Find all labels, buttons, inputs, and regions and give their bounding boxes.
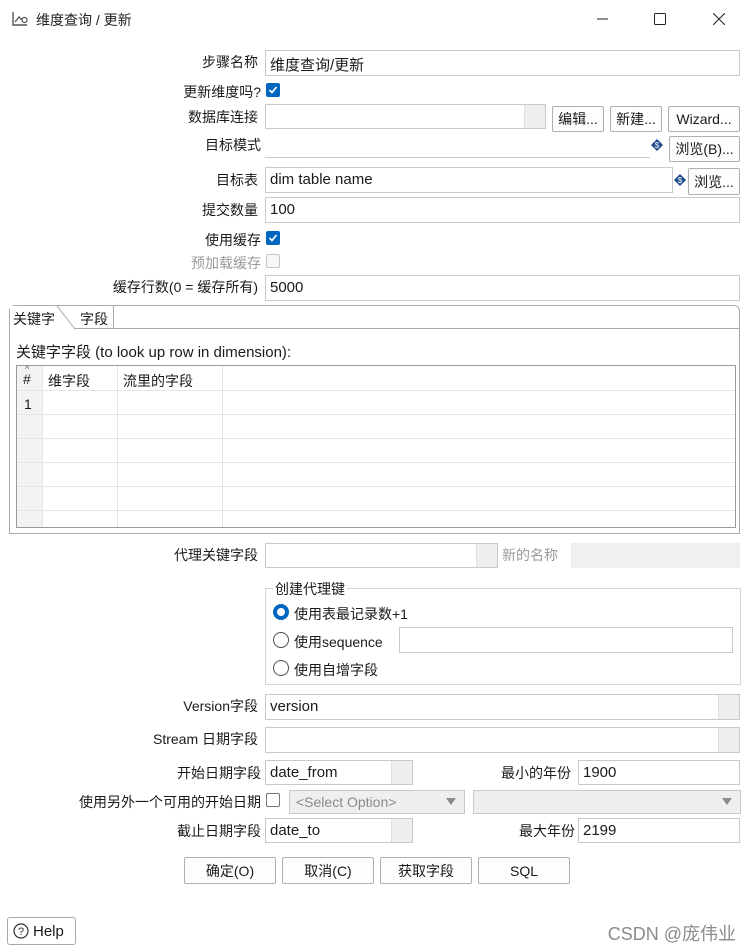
col-header-index: #: [23, 371, 31, 387]
new-connection-button[interactable]: 新建...: [610, 106, 662, 132]
maximize-icon: [654, 13, 666, 25]
tab-strip-line: [113, 328, 739, 329]
new-name-label: 新的名称: [502, 547, 558, 563]
new-name-input[interactable]: [571, 543, 740, 568]
watermark: CSDN @庞伟业: [607, 924, 736, 944]
alt-start-select[interactable]: <Select Option>: [289, 790, 465, 814]
help-label: Help: [33, 922, 64, 940]
radio-table-max[interactable]: [273, 604, 289, 620]
svg-text:$: $: [678, 176, 683, 185]
alt-start-checkbox[interactable]: [266, 793, 280, 807]
combo-dropdown[interactable]: [524, 105, 545, 128]
chevron-down-icon: [446, 798, 456, 805]
wizard-button[interactable]: Wizard...: [668, 106, 740, 132]
svg-text:?: ?: [18, 926, 24, 938]
max-year-input[interactable]: 2199: [578, 818, 740, 843]
row-index: 1: [24, 396, 32, 412]
radio-auto-increment-label: 使用自增字段: [294, 662, 378, 678]
ok-button[interactable]: 确定(O): [184, 857, 276, 884]
alt-start-label: 使用另外一个可用的开始日期: [79, 794, 261, 810]
date-to-input[interactable]: date_to: [265, 818, 413, 843]
browse-table-button[interactable]: 浏览...: [688, 168, 740, 195]
keys-table[interactable]: ^ # 维字段 流里的字段 1: [16, 364, 736, 528]
keys-table-caption: 关键字字段 (to look up row in dimension):: [16, 344, 292, 361]
cache-rows-label: 缓存行数(0 = 缓存所有): [112, 279, 258, 295]
update-dimension-label: 更新维度吗?: [183, 84, 261, 100]
combo-dropdown[interactable]: [718, 695, 739, 719]
cancel-button[interactable]: 取消(C): [282, 857, 374, 884]
tab-fields-label: 字段: [80, 311, 108, 327]
date-from-label: 开始日期字段: [177, 765, 261, 781]
radio-table-max-label: 使用表最记录数+1: [294, 606, 408, 622]
title-bar: 维度查询 / 更新: [0, 0, 750, 38]
update-dimension-checkbox[interactable]: [266, 83, 280, 97]
minimize-icon: [597, 18, 608, 20]
tech-key-label: 代理关键字段: [174, 547, 258, 563]
tab-keys-label: 关键字: [13, 311, 55, 327]
browse-schema-button[interactable]: 浏览(B)...: [669, 136, 740, 162]
check-icon: [268, 86, 278, 94]
tech-key-input[interactable]: [265, 543, 498, 568]
max-year-label: 最大年份: [519, 823, 575, 839]
group-title: 创建代理键: [273, 579, 347, 599]
sequence-name-input[interactable]: [399, 627, 733, 653]
min-year-label: 最小的年份: [501, 765, 571, 781]
alt-start-field-select[interactable]: [473, 790, 741, 814]
window-title: 维度查询 / 更新: [36, 12, 132, 28]
tab-fields[interactable]: 字段: [75, 306, 114, 329]
stream-date-input[interactable]: [265, 727, 740, 753]
date-from-input[interactable]: date_from: [265, 760, 413, 785]
combo-dropdown[interactable]: [718, 728, 739, 752]
target-table-input[interactable]: dim table name: [265, 167, 673, 193]
version-field-label: Version字段: [183, 698, 258, 714]
radio-auto-increment[interactable]: [273, 660, 289, 676]
maximize-button[interactable]: [631, 0, 689, 38]
commit-size-input[interactable]: 100: [265, 197, 740, 223]
version-field-input[interactable]: version: [265, 694, 740, 720]
combo-dropdown[interactable]: [476, 544, 497, 567]
target-schema-label: 目标模式: [205, 137, 261, 153]
preload-cache-checkbox[interactable]: [266, 254, 280, 268]
sql-button[interactable]: SQL: [478, 857, 570, 884]
step-name-input[interactable]: 维度查询/更新: [265, 50, 740, 76]
help-icon: ?: [13, 923, 29, 939]
tab-slant: [57, 306, 76, 330]
variable-icon: $: [674, 174, 686, 186]
commit-size-label: 提交数量: [202, 202, 258, 218]
col-header-dim-field[interactable]: 维字段: [48, 371, 90, 391]
radio-sequence[interactable]: [273, 632, 289, 648]
chevron-down-icon: [722, 798, 732, 805]
minimize-button[interactable]: [574, 0, 632, 38]
combo-dropdown[interactable]: [391, 761, 412, 784]
variable-icon: $: [651, 139, 663, 151]
min-year-input[interactable]: 1900: [578, 760, 740, 785]
radio-sequence-label: 使用sequence: [294, 634, 383, 650]
combo-dropdown[interactable]: [391, 819, 412, 842]
get-fields-button[interactable]: 获取字段: [380, 857, 472, 884]
target-schema-input[interactable]: [265, 133, 650, 158]
svg-text:$: $: [655, 141, 660, 150]
chart-edit-icon: [12, 12, 28, 26]
db-connection-label: 数据库连接: [188, 109, 258, 125]
close-button[interactable]: [690, 0, 748, 38]
db-connection-select[interactable]: [265, 104, 546, 129]
help-button[interactable]: ? Help: [7, 917, 76, 945]
edit-connection-button[interactable]: 编辑...: [552, 106, 604, 132]
use-cache-checkbox[interactable]: [266, 231, 280, 245]
check-icon: [268, 234, 278, 242]
target-table-label: 目标表: [216, 172, 258, 188]
use-cache-label: 使用缓存: [205, 232, 261, 248]
close-icon: [713, 13, 725, 25]
preload-cache-label: 预加载缓存: [191, 255, 261, 271]
date-to-label: 截止日期字段: [177, 823, 261, 839]
stream-date-label: Stream 日期字段: [152, 731, 258, 747]
col-header-stream-field[interactable]: 流里的字段: [123, 371, 193, 391]
step-name-label: 步骤名称: [202, 54, 258, 70]
cache-rows-input[interactable]: 5000: [265, 275, 740, 301]
